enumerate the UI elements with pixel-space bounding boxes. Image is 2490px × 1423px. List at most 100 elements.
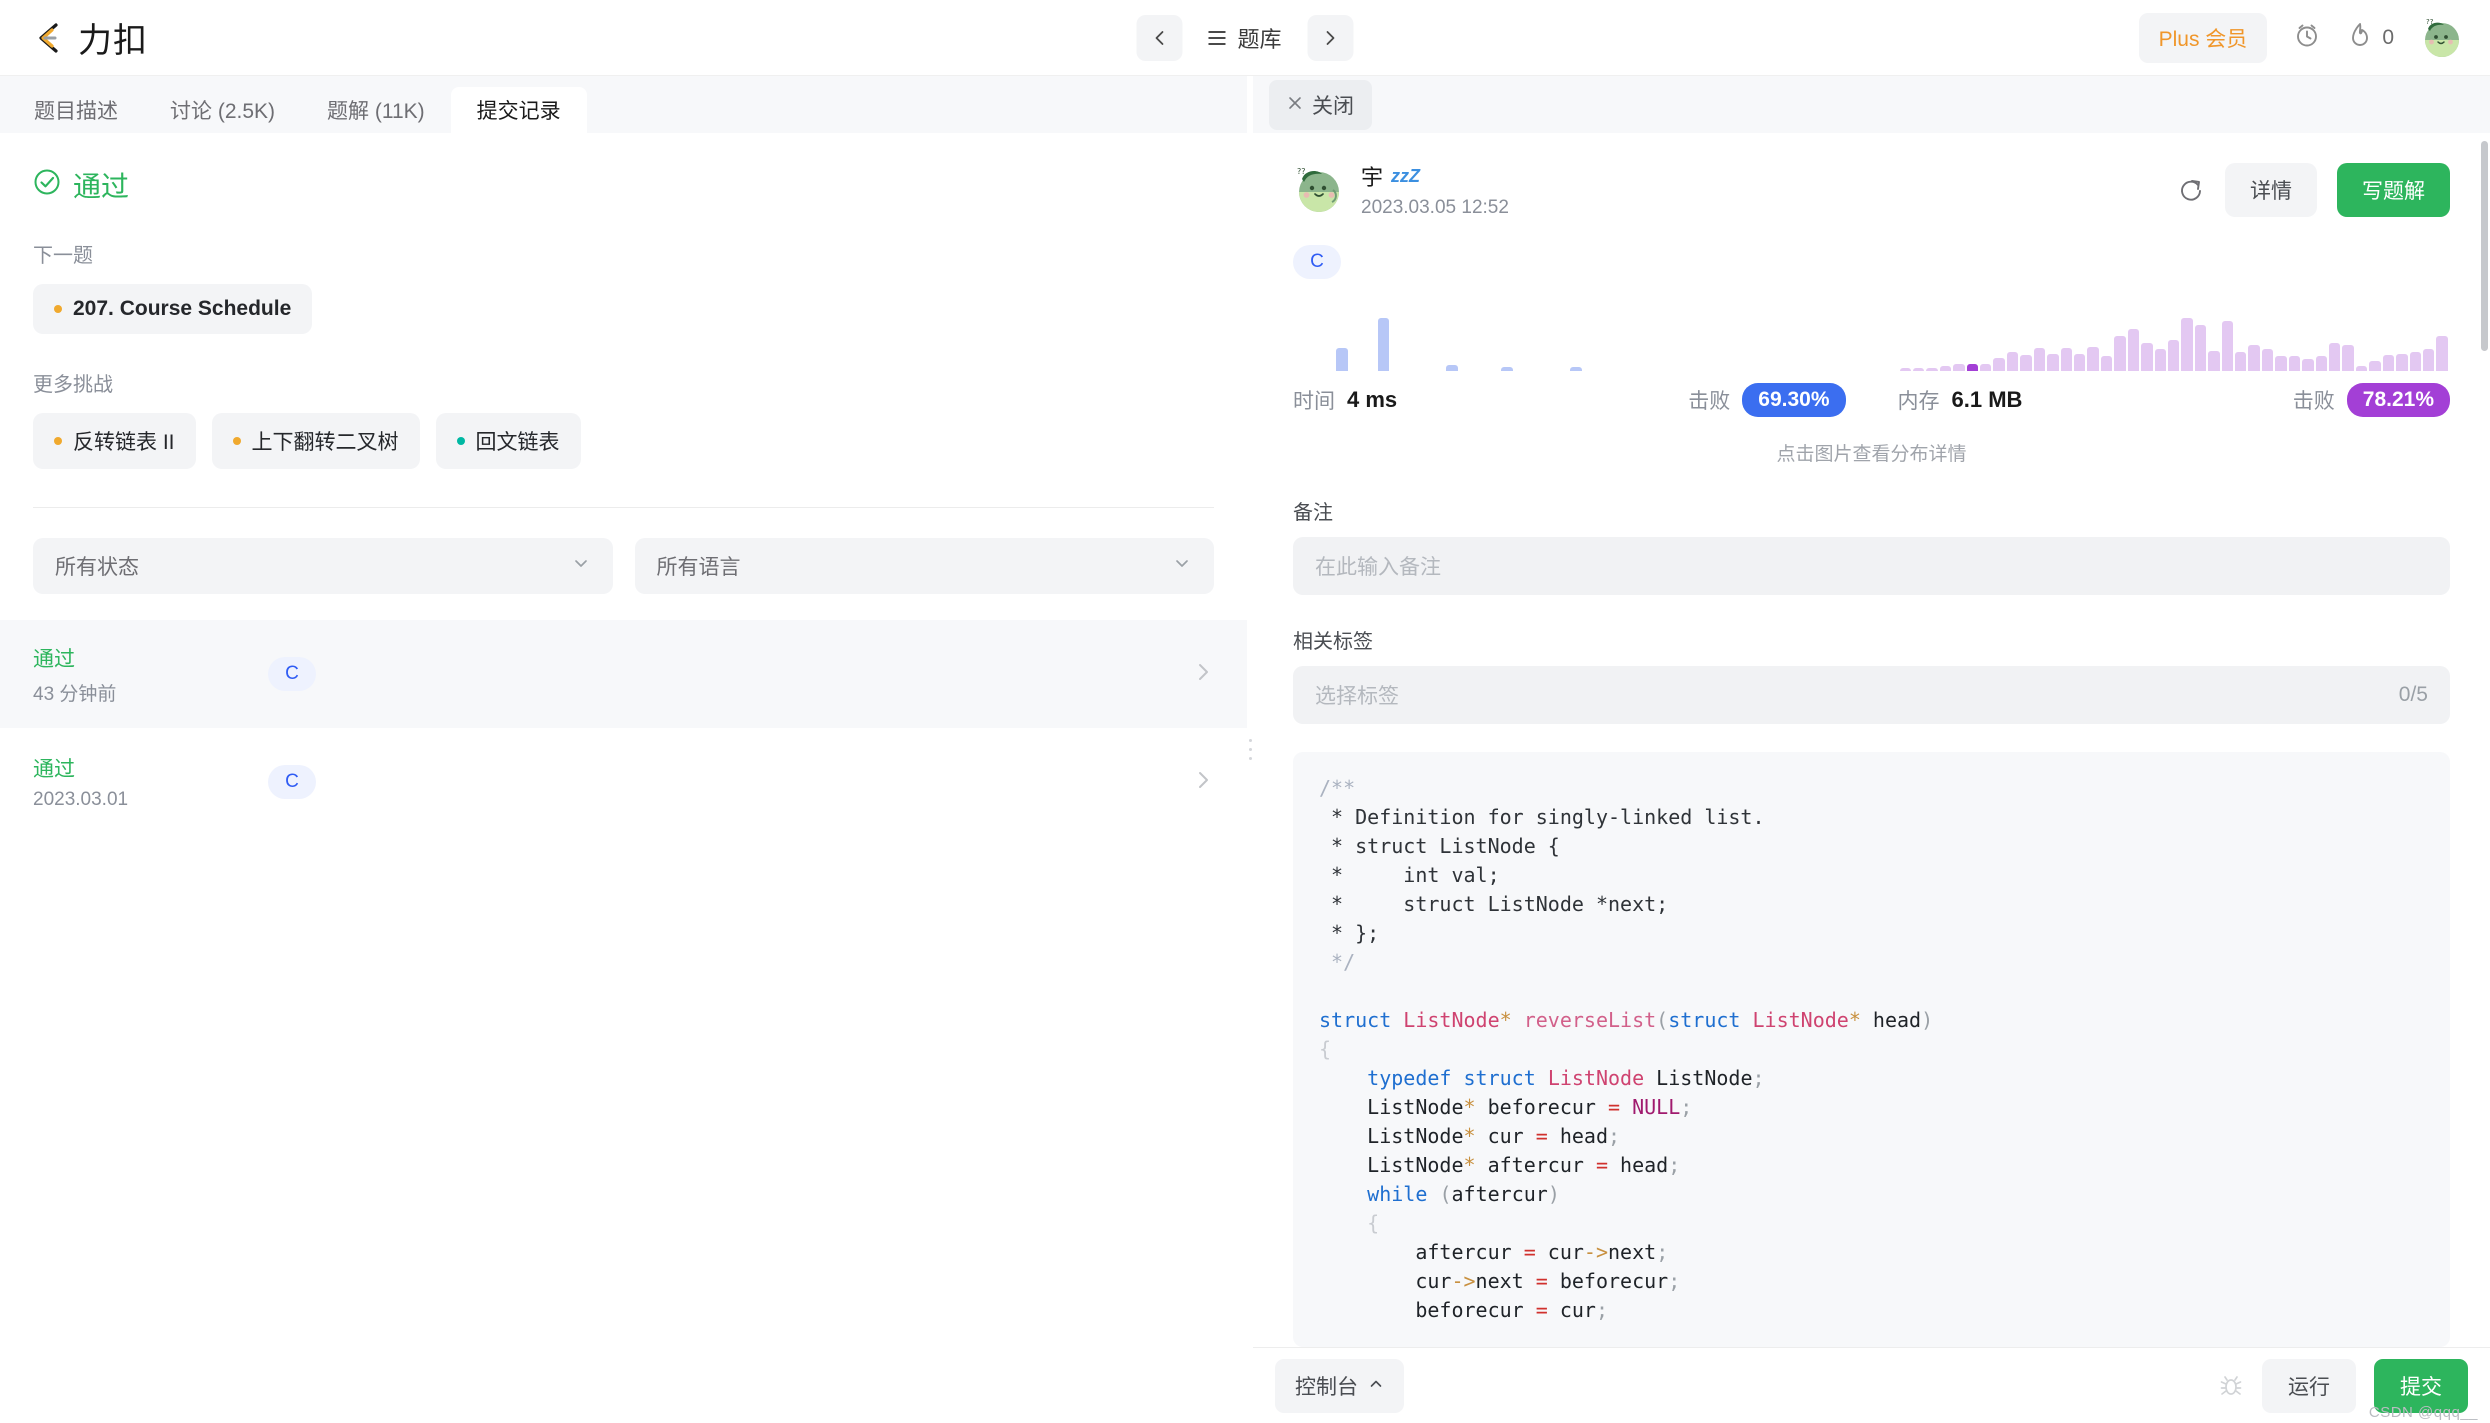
histogram-bar bbox=[2167, 339, 2180, 371]
code-token: = bbox=[1535, 1124, 1548, 1148]
brand-home-link[interactable]: 力扣 bbox=[30, 13, 148, 62]
next-problem-label: 下一题 bbox=[33, 245, 93, 267]
next-problem-button[interactable] bbox=[1307, 14, 1354, 61]
brand-wordmark: 力扣 bbox=[78, 21, 148, 61]
plus-membership-button[interactable]: Plus 会员 bbox=[2138, 12, 2268, 63]
top-navigation-bar: 力扣 题库 Plus 会员 0 ?? bbox=[0, 0, 2490, 76]
submission-row[interactable]: 通过 2023.03.01 C bbox=[0, 728, 1247, 836]
histogram-bar bbox=[2436, 336, 2448, 371]
code-token: ListNode bbox=[1319, 1095, 1464, 1119]
histogram-bar bbox=[1653, 368, 1665, 371]
share-refresh-icon[interactable] bbox=[2177, 176, 2205, 204]
run-button[interactable]: 运行 bbox=[2262, 1358, 2356, 1413]
chevron-down-icon bbox=[571, 553, 591, 579]
submission-row-status-col: 通过 43 分钟前 bbox=[33, 643, 268, 706]
stat-block-1[interactable]: 内存 6.1 MB 击败 78.21% bbox=[1872, 311, 2451, 417]
next-problem-chip[interactable]: 207. Course Schedule bbox=[33, 284, 313, 334]
histogram-chart[interactable] bbox=[1293, 311, 1846, 371]
previous-problem-button[interactable] bbox=[1136, 14, 1183, 61]
problemset-link[interactable]: 题库 bbox=[1190, 22, 1299, 54]
language-filter-select[interactable]: 所有语言 bbox=[634, 538, 1214, 594]
challenge-chip-0[interactable]: 反转链表 II bbox=[33, 413, 196, 469]
status-filter-select[interactable]: 所有状态 bbox=[33, 538, 613, 594]
tab-3[interactable]: 提交记录 bbox=[450, 87, 587, 133]
submitted-code-block[interactable]: /** * Definition for singly-linked list.… bbox=[1293, 752, 2450, 1347]
challenge-chip-2[interactable]: 回文链表 bbox=[435, 413, 581, 469]
difficulty-dot-icon bbox=[456, 437, 465, 445]
histogram-bar bbox=[2396, 353, 2408, 371]
histogram-bar bbox=[1460, 368, 1472, 371]
tab-0[interactable]: 题目描述 bbox=[8, 87, 144, 133]
tags-select[interactable]: 选择标签 0/5 bbox=[1293, 666, 2450, 724]
code-token: { bbox=[1319, 1037, 1332, 1061]
stat-beat-value: 69.30% bbox=[1742, 383, 1846, 417]
user-avatar-icon[interactable]: ?? bbox=[2420, 16, 2464, 60]
code-token: struct bbox=[1463, 1066, 1536, 1090]
histogram-chart[interactable] bbox=[1898, 311, 2451, 371]
code-token: ( bbox=[1656, 1008, 1669, 1032]
code-line: typedef struct ListNode ListNode; bbox=[1319, 1064, 2424, 1093]
note-input[interactable]: 在此输入备注 bbox=[1293, 537, 2450, 595]
code-line: cur->next = beforecur; bbox=[1319, 1267, 2424, 1296]
performance-stats: 时间 4 ms 击败 69.30% 内存 6.1 MB 击败 78.21% bbox=[1293, 311, 2450, 417]
histogram-bar bbox=[2141, 343, 2153, 371]
stat-beat-label: 击败 bbox=[1688, 390, 1731, 413]
challenge-chip-1[interactable]: 上下翻转二叉树 bbox=[211, 413, 420, 469]
code-token: cur bbox=[1475, 1124, 1536, 1148]
code-line: aftercur = cur->next; bbox=[1319, 1238, 2424, 1267]
code-token: * Definition for singly-linked list. bbox=[1319, 805, 1765, 829]
left-tab-bar: 题目描述 讨论 (2.5K) 题解 (11K) 提交记录 bbox=[0, 76, 1247, 133]
histogram-bar bbox=[1804, 368, 1816, 371]
histogram-bar bbox=[2208, 351, 2220, 371]
histogram-bar bbox=[1405, 368, 1417, 371]
histogram-bar bbox=[1570, 366, 1583, 371]
code-token: */ bbox=[1319, 950, 1356, 974]
submission-user-block: 宇 zzZ 2023.03.05 12:52 bbox=[1361, 160, 1509, 219]
submission-row-time: 43 分钟前 bbox=[33, 683, 117, 705]
chevron-up-icon bbox=[1368, 1374, 1384, 1398]
submission-list: 通过 43 分钟前 C 通过 2023.03.01 C bbox=[0, 620, 1247, 836]
tab-1[interactable]: 讨论 (2.5K) bbox=[144, 87, 301, 133]
submission-datetime: 2023.03.05 12:52 bbox=[1361, 197, 1509, 218]
vertical-scrollbar[interactable] bbox=[2481, 141, 2488, 351]
histogram-bar bbox=[1543, 368, 1555, 371]
submission-language-tag: C bbox=[1293, 245, 1341, 279]
code-line: ListNode* cur = head; bbox=[1319, 1122, 2424, 1151]
timer-button[interactable] bbox=[2293, 21, 2321, 54]
histogram-bar bbox=[2114, 336, 2126, 371]
histogram-bar bbox=[1350, 368, 1362, 371]
code-token: cur bbox=[1319, 1269, 1452, 1293]
code-token: next bbox=[1608, 1240, 1657, 1264]
code-token: ListNode bbox=[1319, 1124, 1464, 1148]
histogram-bar bbox=[2422, 348, 2435, 371]
code-line: * struct ListNode { bbox=[1319, 832, 2424, 861]
close-label: 关闭 bbox=[1312, 94, 1354, 118]
frog-avatar-icon[interactable]: ?? bbox=[1293, 164, 1345, 216]
submission-row[interactable]: 通过 43 分钟前 C bbox=[0, 620, 1247, 728]
close-submission-button[interactable]: 关闭 bbox=[1269, 79, 1372, 130]
histogram-bar bbox=[1763, 368, 1775, 371]
code-token: ListNode bbox=[1644, 1066, 1753, 1090]
histogram-bar bbox=[2409, 352, 2421, 371]
stat-block-0[interactable]: 时间 4 ms 击败 69.30% bbox=[1293, 311, 1872, 417]
code-line: { bbox=[1319, 1035, 2424, 1064]
console-toggle-button[interactable]: 控制台 bbox=[1275, 1358, 1404, 1413]
histogram-bar bbox=[2355, 366, 2368, 371]
code-token: * bbox=[1848, 1008, 1861, 1032]
streak-button[interactable]: 0 bbox=[2347, 21, 2394, 54]
histogram-bar bbox=[2235, 352, 2247, 371]
code-token: = bbox=[1595, 1153, 1609, 1177]
code-line: { bbox=[1319, 1209, 2424, 1238]
write-solution-button[interactable]: 写题解 bbox=[2337, 162, 2450, 217]
code-token: * bbox=[1463, 1095, 1476, 1119]
submission-detail-button[interactable]: 详情 bbox=[2225, 162, 2317, 217]
code-token: ; bbox=[1668, 1269, 1681, 1293]
check-circle-icon bbox=[33, 168, 61, 203]
tab-2[interactable]: 题解 (11K) bbox=[301, 87, 451, 133]
challenge-chip-label: 上下翻转二叉树 bbox=[251, 431, 399, 454]
bug-icon[interactable] bbox=[2218, 1373, 2244, 1399]
histogram-bar bbox=[1474, 368, 1486, 371]
